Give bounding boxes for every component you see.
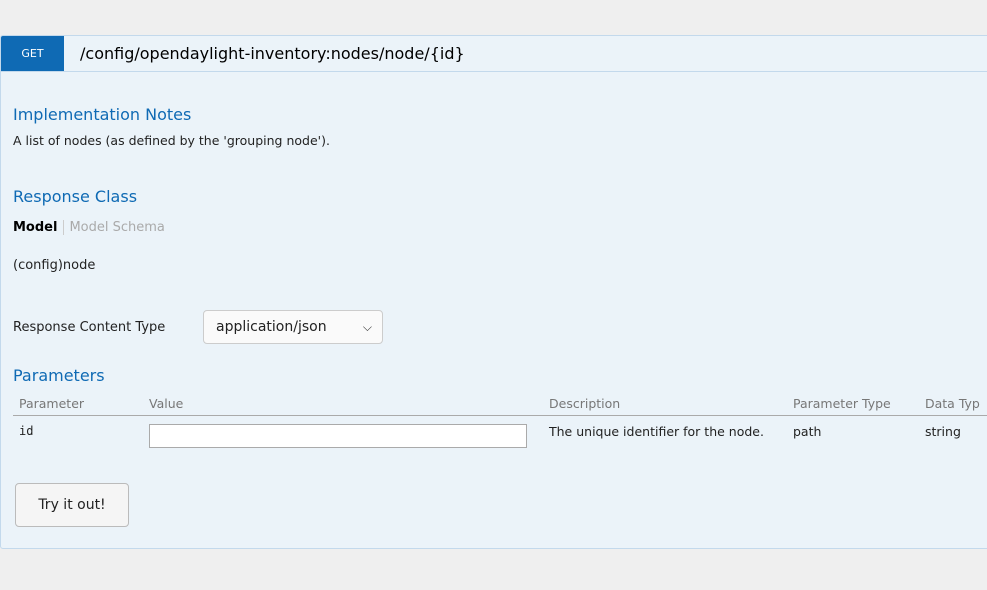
try-it-out-button[interactable]: Try it out! — [15, 483, 129, 527]
operation-panel: GET /config/opendaylight-inventory:nodes… — [0, 35, 987, 549]
model-tabs: Model Model Schema — [13, 220, 165, 235]
response-class-title: Response Class — [13, 187, 138, 206]
param-type: path — [793, 424, 822, 439]
header-parameter-type: Parameter Type — [787, 390, 919, 416]
implementation-notes-text: A list of nodes (as defined by the 'grou… — [13, 133, 330, 148]
http-method-badge[interactable]: GET — [1, 36, 64, 71]
model-name: (config)node — [13, 258, 96, 273]
header-data-type: Data Typ — [919, 390, 987, 416]
response-content-type-select[interactable]: application/json ⌵ — [203, 310, 383, 344]
select-value: application/json — [216, 319, 327, 335]
chevron-down-icon: ⌵ — [362, 320, 372, 334]
param-value-cell — [143, 416, 543, 453]
parameters-table: Parameter Value Description Parameter Ty… — [13, 390, 987, 452]
table-header-row: Parameter Value Description Parameter Ty… — [13, 390, 987, 416]
endpoint-path[interactable]: /config/opendaylight-inventory:nodes/nod… — [80, 36, 465, 71]
tab-model-schema[interactable]: Model Schema — [64, 220, 164, 235]
header-parameter: Parameter — [13, 390, 143, 416]
response-content-type-label: Response Content Type — [13, 320, 166, 335]
param-description: The unique identifier for the node. — [549, 424, 764, 439]
tab-model[interactable]: Model — [13, 220, 65, 235]
table-row: id The unique identifier for the node. p… — [13, 416, 987, 453]
header-value: Value — [143, 390, 543, 416]
header-description: Description — [543, 390, 787, 416]
implementation-notes-title: Implementation Notes — [13, 105, 192, 124]
param-name: id — [19, 424, 34, 438]
param-value-input[interactable] — [149, 424, 527, 448]
operation-header[interactable]: GET /config/opendaylight-inventory:nodes… — [1, 36, 987, 72]
param-data-type: string — [925, 424, 961, 439]
parameters-title: Parameters — [13, 366, 105, 385]
